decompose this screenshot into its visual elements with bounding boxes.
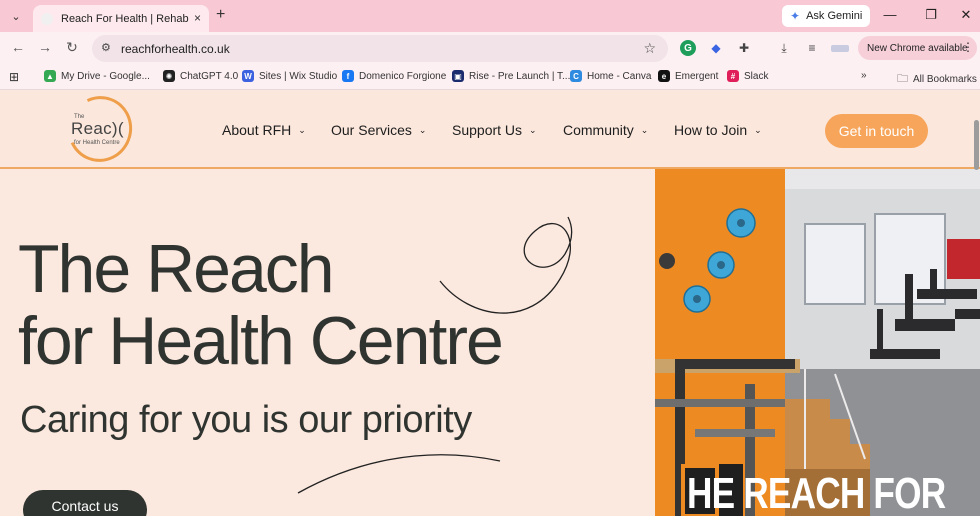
hero-title-line1: The Reach — [18, 231, 335, 307]
browser-menu-icon[interactable]: ⋮ — [962, 40, 974, 54]
logo-name-text: Reac)( — [71, 119, 124, 138]
browser-tab-strip: ⌄ Reach For Health | Rehabilitatio × + ✦… — [0, 0, 980, 32]
new-chrome-available-button[interactable]: New Chrome available — [858, 36, 977, 60]
ask-gemini-label: Ask Gemini — [806, 10, 863, 22]
hero-title: The Reach for Health Centre — [18, 231, 504, 379]
tab-search-chevron-icon[interactable]: ⌄ — [6, 6, 26, 26]
bookmark-label: Rise - Pre Launch | T... — [469, 70, 571, 82]
contact-us-button[interactable]: Contact us — [23, 490, 147, 516]
browser-toolbar: ← → ↻ ⚙ reachforhealth.co.uk ☆ G ◆ ✚ ⤓ ≡… — [0, 32, 980, 64]
reload-icon[interactable]: ↻ — [63, 39, 81, 56]
tab-title: Reach For Health | Rehabilitatio — [61, 12, 189, 25]
grammarly-extension-icon[interactable]: G — [680, 40, 696, 56]
nav-label: Support Us — [452, 122, 523, 138]
media-control-icon[interactable]: ≡ — [804, 40, 820, 56]
slack-icon: # — [727, 70, 739, 82]
bookmark-label: Slack — [744, 70, 769, 82]
bookmark-label: My Drive - Google... — [61, 70, 150, 82]
canva-icon: C — [570, 70, 582, 82]
restore-icon[interactable]: ❐ — [921, 7, 941, 23]
hero-subtitle: Caring for you is our priority — [20, 399, 472, 441]
address-bar[interactable]: ⚙ reachforhealth.co.uk ☆ — [92, 35, 668, 62]
bookmark-item[interactable]: ✺ ChatGPT 4.0 — [163, 70, 238, 82]
nav-label: About RFH — [222, 122, 292, 138]
nav-our-services[interactable]: Our Services ⌄ — [331, 122, 426, 138]
tag-extension-icon[interactable]: ◆ — [708, 40, 724, 56]
gym-photo-illustration — [655, 169, 980, 516]
extensions-puzzle-icon[interactable]: ✚ — [736, 40, 752, 56]
page-scrollbar-thumb[interactable] — [974, 120, 979, 170]
bookmark-item[interactable]: # Slack — [727, 70, 768, 82]
chevron-down-icon: ⌄ — [640, 124, 649, 135]
trello-icon: ▣ — [452, 70, 464, 82]
download-icon[interactable]: ⤓ — [776, 40, 792, 56]
nav-label: Our Services — [331, 122, 412, 138]
bookmarks-bar: ⊞ ▲ My Drive - Google... ✺ ChatGPT 4.0 W Site… — [0, 64, 980, 90]
minimize-icon[interactable]: — — [880, 7, 900, 22]
bookmark-label: ChatGPT 4.0 — [180, 70, 239, 82]
bookmark-label: Emergent — [675, 70, 719, 82]
bookmark-label: Domenico Forgione — [359, 70, 447, 82]
hero-title-line2: for Health Centre — [18, 303, 504, 379]
emergent-icon: e — [658, 70, 670, 82]
all-bookmarks-label: All Bookmarks — [913, 74, 977, 85]
more-bookmarks-chevron: » — [861, 70, 867, 81]
site-logo[interactable]: The Reac)( for Health Centre — [58, 90, 142, 171]
bookmark-item[interactable]: e Emergent — [658, 70, 718, 82]
bookmark-item[interactable]: ▲ My Drive - Google... — [44, 70, 150, 82]
site-settings-icon[interactable]: ⚙ — [101, 41, 111, 54]
bookmark-item[interactable]: C Home - Canva — [570, 70, 651, 82]
tab-favicon-icon — [41, 12, 53, 25]
chevron-down-icon: ⌄ — [418, 124, 427, 135]
chevron-down-icon: ⌄ — [298, 124, 306, 135]
tab-close-icon[interactable]: × — [194, 11, 201, 25]
nav-about-rfh[interactable]: About RFH ⌄ — [222, 122, 306, 138]
url-text[interactable]: reachforhealth.co.uk — [121, 42, 230, 56]
bookmark-item[interactable]: f Domenico Forgione — [342, 70, 446, 82]
browser-tab[interactable]: Reach For Health | Rehabilitatio × — [33, 5, 209, 32]
bookmark-item[interactable]: W Sites | Wix Studio — [242, 70, 337, 82]
wix-icon: W — [242, 70, 254, 82]
ask-gemini-button[interactable]: ✦ Ask Gemini — [782, 5, 871, 27]
back-arrow-icon[interactable]: ← — [9, 39, 27, 55]
gemini-sparkle-icon: ✦ — [790, 9, 801, 23]
facebook-icon: f — [342, 70, 354, 82]
nav-label: Community — [563, 122, 634, 138]
chevron-down-icon: ⌄ — [529, 124, 537, 135]
all-bookmarks-folder[interactable]: 🗀 All Bookmarks — [897, 70, 977, 89]
bookmark-star-icon[interactable]: ☆ — [643, 40, 656, 57]
bookmark-item[interactable]: ▣ Rise - Pre Launch | T... — [452, 70, 570, 82]
bookmark-label: Sites | Wix Studio — [259, 70, 338, 82]
gym-photo: HE REACH FOR — [655, 169, 980, 516]
more-bookmarks-icon[interactable]: » — [861, 70, 867, 81]
profile-thumbnail-icon[interactable] — [831, 45, 849, 52]
nav-support-us[interactable]: Support Us ⌄ — [452, 122, 537, 138]
site-header: The Reac)( for Health Centre About RFH ⌄ … — [0, 90, 980, 171]
drive-icon: ▲ — [44, 70, 56, 82]
apps-grid-icon[interactable]: ⊞ — [9, 70, 19, 84]
close-window-icon[interactable]: ✕ — [956, 7, 976, 23]
get-in-touch-button[interactable]: Get in touch — [825, 114, 928, 148]
chatgpt-icon: ✺ — [163, 70, 175, 82]
nav-how-to-join[interactable]: How to Join ⌄ — [674, 122, 762, 138]
photo-overlay-text: HE REACH FOR — [687, 469, 946, 516]
nav-label: How to Join — [674, 122, 748, 138]
logo-sub-text: for Health Centre — [74, 140, 120, 146]
forward-arrow-icon[interactable]: → — [36, 39, 54, 55]
nav-community[interactable]: Community ⌄ — [563, 122, 648, 138]
new-tab-icon[interactable]: + — [216, 6, 225, 24]
bookmark-label: Home - Canva — [587, 70, 652, 82]
hero-section: The Reach for Health Centre Caring for y… — [0, 169, 655, 516]
website-viewport: The Reac)( for Health Centre About RFH ⌄ … — [0, 90, 980, 516]
folder-icon: 🗀 — [897, 73, 908, 85]
chevron-down-icon: ⌄ — [754, 124, 762, 135]
